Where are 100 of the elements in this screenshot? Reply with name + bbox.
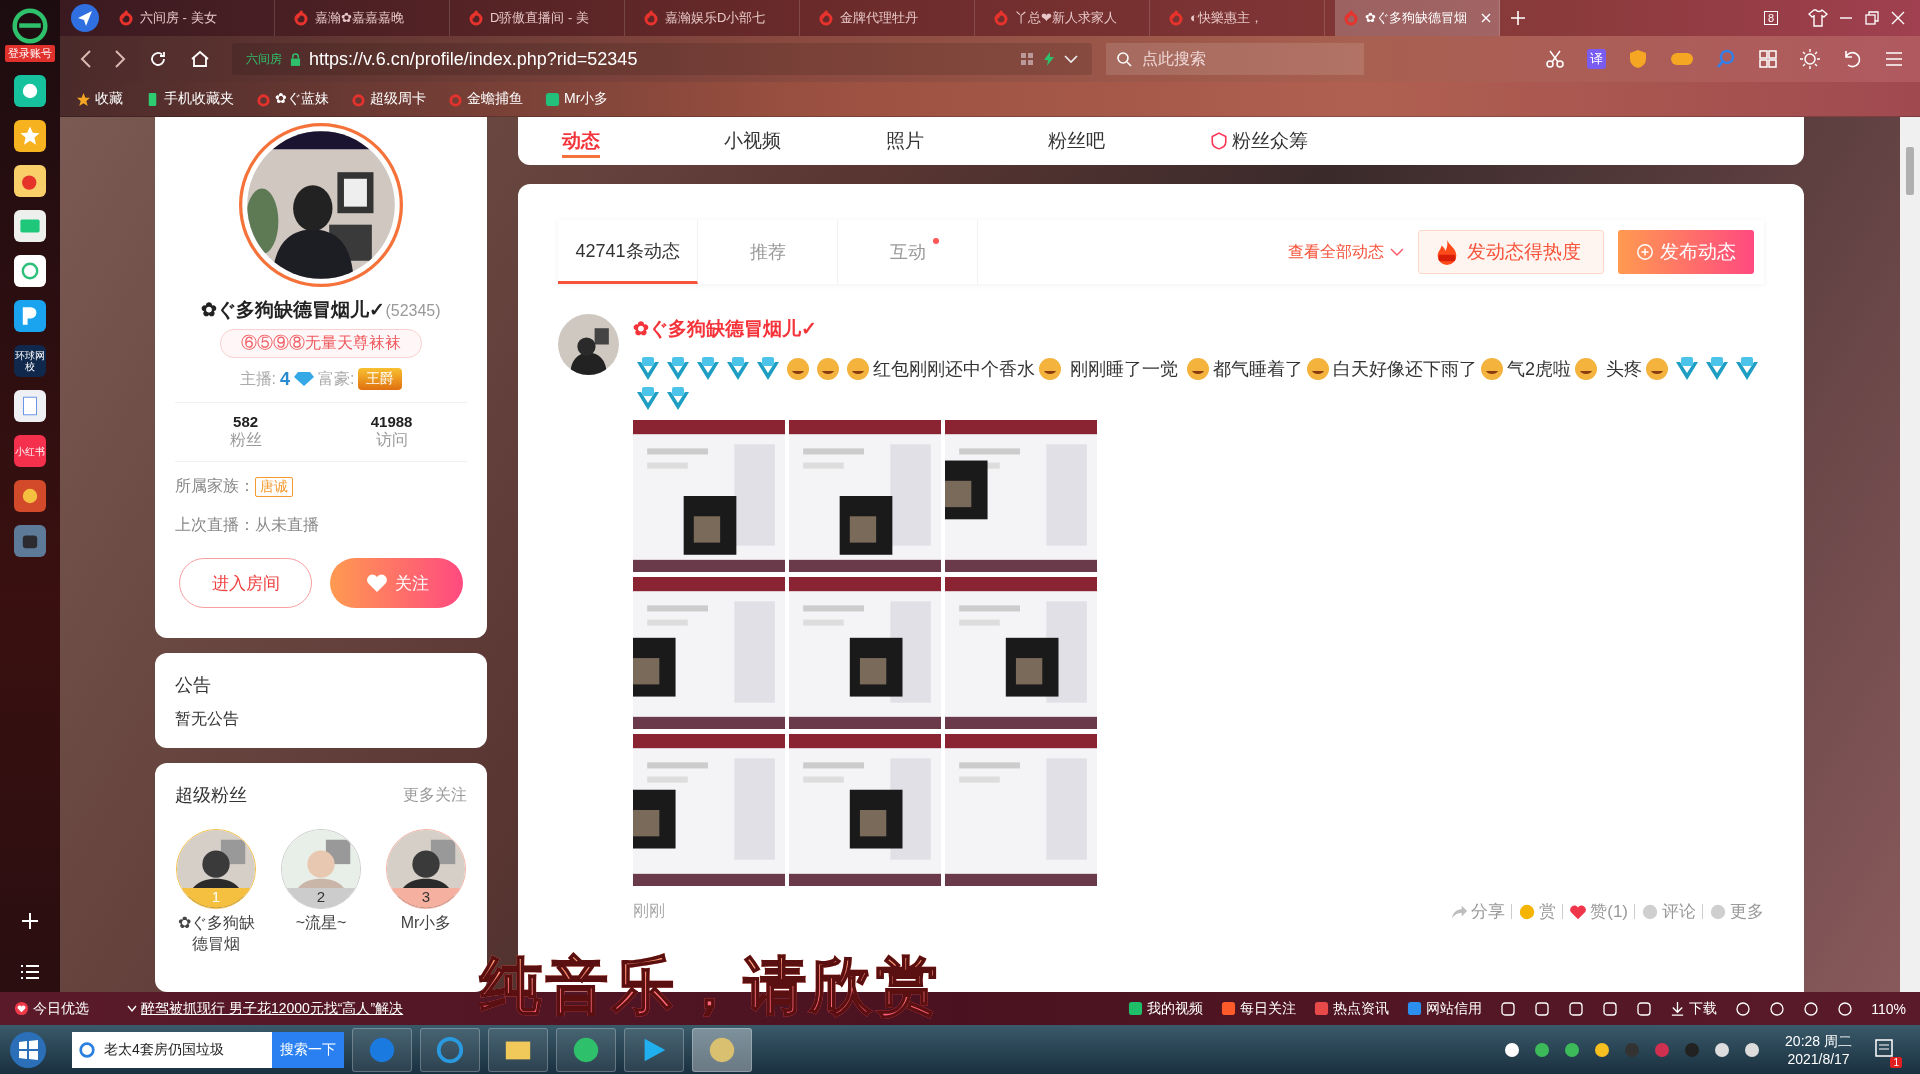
view-all-dropdown[interactable]: 查看全部动态 bbox=[1288, 241, 1404, 263]
toolbar-icon[interactable] bbox=[1769, 1000, 1786, 1017]
daily-pick-link[interactable]: 今日优选 bbox=[14, 999, 89, 1018]
app-icon[interactable] bbox=[14, 75, 46, 107]
restore-icon[interactable] bbox=[1864, 10, 1880, 26]
toolbar-icon[interactable] bbox=[1837, 1000, 1854, 1017]
new-tab-icon[interactable] bbox=[1510, 10, 1526, 26]
nav-tab[interactable]: 粉丝吧 bbox=[1048, 128, 1210, 154]
menu-icon[interactable] bbox=[20, 964, 40, 980]
toolbar-icon[interactable] bbox=[1602, 1000, 1619, 1017]
undo-icon[interactable] bbox=[1842, 49, 1862, 69]
tray-icon[interactable] bbox=[1594, 1041, 1611, 1058]
close-icon[interactable] bbox=[1481, 13, 1491, 23]
taskbar-app-button[interactable] bbox=[420, 1027, 480, 1072]
bookmark[interactable]: Mr小多 bbox=[545, 90, 609, 108]
qr-code-icon[interactable] bbox=[1020, 52, 1034, 66]
toolbar-icon[interactable] bbox=[1803, 1000, 1820, 1017]
zoom-level[interactable]: 110% bbox=[1871, 1000, 1906, 1017]
nav-tab[interactable]: 小视频 bbox=[724, 128, 886, 154]
scrollbar-thumb[interactable] bbox=[1906, 147, 1914, 195]
login-badge[interactable]: 登录账号 bbox=[5, 45, 55, 62]
app-icon[interactable] bbox=[14, 480, 46, 512]
tray-icon[interactable] bbox=[1714, 1041, 1731, 1058]
news-link[interactable]: 醉驾被抓现行 男子花12000元找“高人”解决 bbox=[127, 999, 404, 1018]
toolbar-icon[interactable] bbox=[1500, 1000, 1517, 1017]
post-author[interactable]: ✿ぐ多狗缺德冒烟儿✓ bbox=[633, 316, 1764, 342]
enter-room-button[interactable]: 进入房间 bbox=[179, 558, 312, 608]
grid-icon[interactable] bbox=[1758, 49, 1778, 69]
nav-tab[interactable]: 粉丝众筹 bbox=[1210, 128, 1372, 154]
app-icon[interactable] bbox=[14, 210, 46, 242]
bookmark[interactable]: 金蟾捕鱼 bbox=[448, 90, 523, 108]
home-icon[interactable] bbox=[190, 49, 210, 69]
close-icon[interactable] bbox=[1890, 10, 1906, 26]
lightning-icon[interactable] bbox=[1042, 52, 1056, 66]
level-badge-icon bbox=[1674, 356, 1701, 382]
nav-tab[interactable]: 照片 bbox=[886, 128, 1048, 154]
app-icon[interactable] bbox=[14, 390, 46, 422]
tray-icon[interactable] bbox=[1504, 1041, 1521, 1058]
taskbar-app-button[interactable] bbox=[624, 1027, 684, 1072]
search-icon bbox=[1116, 51, 1132, 67]
tray-icon[interactable] bbox=[1564, 1041, 1581, 1058]
toolbar-icon[interactable] bbox=[1534, 1000, 1551, 1017]
toolbar-icon[interactable] bbox=[1568, 1000, 1585, 1017]
app-icon[interactable] bbox=[14, 300, 46, 332]
chevron-down-icon bbox=[127, 1004, 137, 1013]
tray-icon[interactable] bbox=[1534, 1041, 1551, 1058]
bookmark[interactable]: 手机收藏夹 bbox=[145, 90, 234, 108]
status-link[interactable]: 每日关注 bbox=[1221, 999, 1297, 1018]
add-icon[interactable] bbox=[20, 911, 40, 931]
app-icon[interactable] bbox=[14, 120, 46, 152]
toolbar-icon[interactable] bbox=[1636, 1000, 1653, 1017]
feed-tab[interactable]: 42741条动态 bbox=[558, 220, 698, 284]
status-link[interactable]: 网站信用 bbox=[1407, 999, 1483, 1018]
search-field[interactable]: 点此搜索 bbox=[1106, 43, 1364, 75]
app-icon[interactable] bbox=[14, 255, 46, 287]
bookmark[interactable]: 收藏 bbox=[76, 90, 123, 108]
nav-tab[interactable]: 动态 bbox=[562, 128, 724, 154]
bookmark-icon bbox=[448, 91, 463, 107]
search-input[interactable]: 老太4套房仍国垃圾 bbox=[102, 1040, 266, 1059]
status-link[interactable]: 热点资讯 bbox=[1314, 999, 1390, 1018]
chevron-down-icon[interactable] bbox=[1064, 54, 1078, 64]
app-icon[interactable]: 小红书 bbox=[14, 435, 46, 467]
browser-tab[interactable]: ✿ぐ多狗缺德冒烟 bbox=[1335, 0, 1500, 36]
toolbar-icon[interactable] bbox=[1735, 1000, 1752, 1017]
start-button[interactable] bbox=[8, 1029, 48, 1070]
taskbar-app-button[interactable] bbox=[352, 1027, 412, 1072]
status-link[interactable]: 我的视频 bbox=[1128, 999, 1204, 1018]
back-icon[interactable] bbox=[80, 49, 92, 69]
app-icon[interactable]: 环球网校 bbox=[14, 345, 46, 377]
bookmark[interactable]: 超级周卡 bbox=[351, 90, 426, 108]
taskbar-search-field[interactable]: 老太4套房仍国垃圾 bbox=[72, 1031, 272, 1068]
download-link[interactable]: 下载 bbox=[1670, 999, 1718, 1018]
app-icon[interactable] bbox=[14, 165, 46, 197]
shirt-icon[interactable] bbox=[1808, 8, 1828, 28]
scissors-icon[interactable] bbox=[1545, 49, 1565, 69]
emoji-icon bbox=[1305, 356, 1331, 382]
translate-button[interactable]: 译 bbox=[1587, 49, 1606, 69]
fan-name[interactable]: Mr小多 bbox=[385, 913, 467, 934]
scrollbar[interactable] bbox=[1900, 117, 1920, 992]
notification-icon[interactable] bbox=[1874, 1037, 1894, 1058]
taskbar-app-button[interactable] bbox=[556, 1027, 616, 1072]
taskbar-app-button[interactable] bbox=[488, 1027, 548, 1072]
bookmark-icon bbox=[76, 91, 91, 107]
brightness-icon[interactable] bbox=[1800, 49, 1820, 69]
forward-icon[interactable] bbox=[114, 49, 126, 69]
reload-icon[interactable] bbox=[148, 49, 168, 69]
emoji-icon bbox=[1185, 356, 1211, 382]
navigation-icon[interactable] bbox=[70, 3, 100, 33]
search-input[interactable]: 点此搜索 bbox=[1140, 49, 1344, 69]
search-button[interactable]: 搜索一下 bbox=[272, 1031, 344, 1068]
taskbar-app-button[interactable] bbox=[692, 1027, 752, 1072]
tray-icon[interactable] bbox=[1744, 1041, 1761, 1058]
rank-badge: 王爵 bbox=[358, 368, 403, 390]
browser-logo-icon[interactable] bbox=[12, 8, 48, 44]
level-badge-icon bbox=[755, 356, 781, 382]
address-field[interactable]: 六间房 https://v.6.cn/profile/index.php?rid=52345 bbox=[232, 43, 1092, 75]
tab-count[interactable]: 8 bbox=[1763, 11, 1778, 25]
fan-name[interactable]: ~流星~ bbox=[280, 913, 362, 934]
bookmark[interactable]: ✿ぐ蓝妹 bbox=[256, 90, 329, 108]
fan-name[interactable]: ✿ぐ多狗缺德冒烟 bbox=[175, 913, 257, 955]
